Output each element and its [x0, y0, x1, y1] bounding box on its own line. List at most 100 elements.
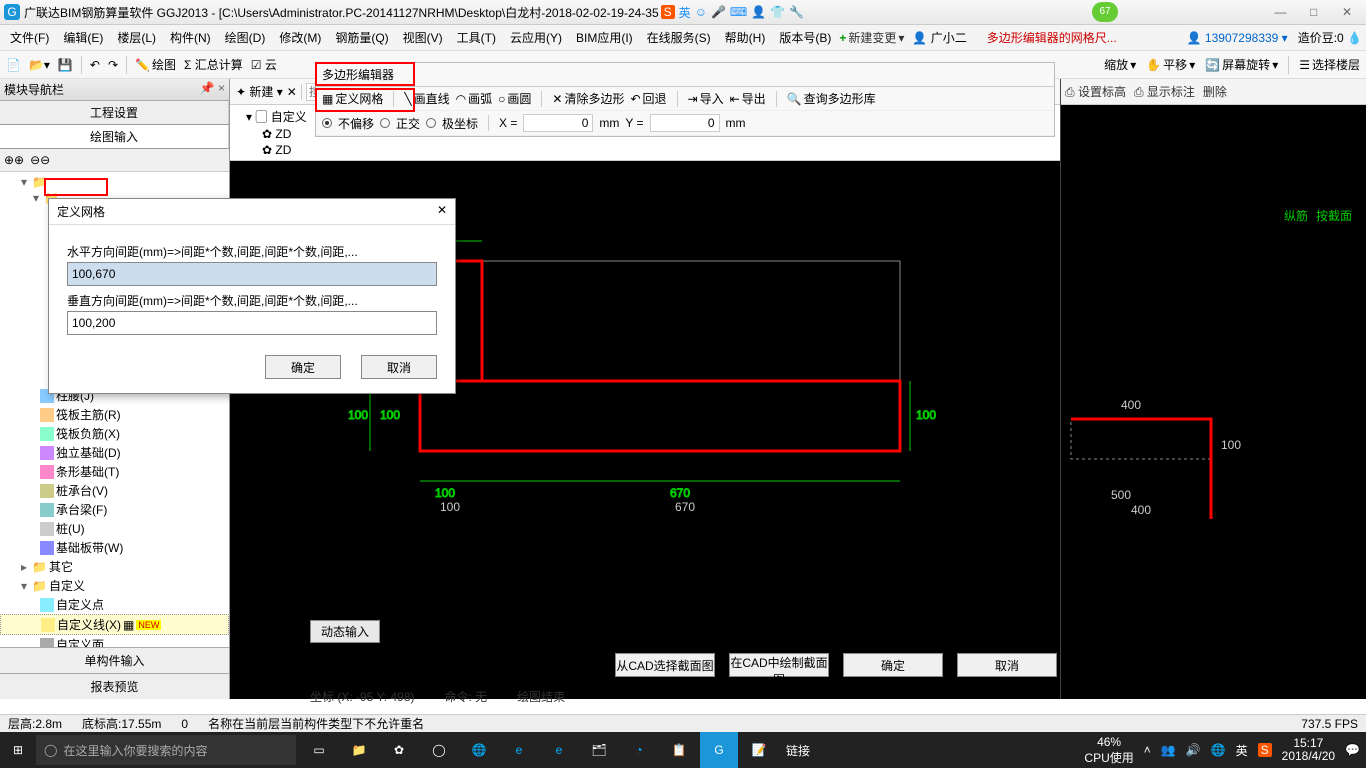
- app-icon[interactable]: 🌐: [460, 732, 498, 768]
- dialog-ok-button[interactable]: 确定: [265, 355, 341, 379]
- tray-sogou-icon[interactable]: S: [1258, 743, 1272, 757]
- tree-item[interactable]: 自定义面: [56, 636, 104, 647]
- delete-button[interactable]: 删除: [1203, 83, 1227, 100]
- y-input[interactable]: [650, 114, 720, 132]
- menu-floor[interactable]: 楼层(L): [111, 27, 162, 48]
- badge-67[interactable]: 67: [1092, 2, 1118, 22]
- set-elevation-button[interactable]: ⎙ 设置标高: [1065, 83, 1126, 100]
- polar-radio[interactable]: [426, 118, 436, 128]
- app-icon[interactable]: ◯: [420, 732, 458, 768]
- ime-icon[interactable]: 🔧: [789, 5, 804, 19]
- export-button[interactable]: ⇤ 导出: [730, 90, 766, 107]
- maximize-button[interactable]: □: [1299, 5, 1329, 19]
- minimize-button[interactable]: —: [1265, 5, 1295, 19]
- app-icon[interactable]: ◔: [620, 732, 658, 768]
- start-button[interactable]: ⊞: [0, 732, 36, 768]
- tree-item[interactable]: 桩(U): [56, 520, 85, 537]
- ime-s-icon[interactable]: S: [661, 5, 675, 19]
- clear-poly-button[interactable]: ✕ 清除多边形: [552, 90, 624, 107]
- more-icon[interactable]: ☑ 云: [251, 56, 277, 73]
- app-icon[interactable]: 🗂: [580, 732, 618, 768]
- tray-people-icon[interactable]: 👥: [1161, 743, 1176, 757]
- ortho-radio[interactable]: [380, 118, 390, 128]
- confirm-button[interactable]: 确定: [843, 653, 943, 677]
- tree-item[interactable]: 独立基础(D): [56, 444, 121, 461]
- tray-network-icon[interactable]: 🌐: [1211, 743, 1226, 757]
- app-icon[interactable]: 📁: [340, 732, 378, 768]
- draw-circle-button[interactable]: ○ 画圆: [498, 90, 531, 107]
- single-component-button[interactable]: 单构件输入: [0, 647, 229, 673]
- pin-icon[interactable]: 📌 ×: [200, 81, 225, 98]
- new-button[interactable]: ✦ 新建 ▾: [236, 83, 283, 100]
- menu-help[interactable]: 帮助(H): [719, 27, 772, 48]
- tree-item[interactable]: 筏板负筋(X): [56, 425, 120, 442]
- cancel-button[interactable]: 取消: [957, 653, 1057, 677]
- ime-icon[interactable]: 👕: [770, 5, 785, 19]
- menu-modify[interactable]: 修改(M): [273, 27, 327, 48]
- query-poly-button[interactable]: 🔍 查询多边形库: [787, 90, 876, 107]
- tree-item[interactable]: 基础板带(W): [56, 539, 123, 556]
- app-icon[interactable]: 📋: [660, 732, 698, 768]
- new-change-button[interactable]: 新建变更 ▾: [839, 29, 904, 46]
- ie-icon[interactable]: e: [540, 732, 578, 768]
- v-spacing-input[interactable]: [67, 311, 437, 335]
- x-input[interactable]: [523, 114, 593, 132]
- tree-item[interactable]: 承台梁(F): [56, 501, 107, 518]
- tree-folder[interactable]: 其它: [49, 558, 73, 575]
- tree-item[interactable]: 自定义点: [56, 596, 104, 613]
- draw-arc-button[interactable]: ◠ 画弧: [456, 90, 493, 107]
- dialog-cancel-button[interactable]: 取消: [361, 355, 437, 379]
- phone-label[interactable]: 👤 13907298339 ▾: [1187, 31, 1288, 45]
- ime-icon[interactable]: ☺: [695, 5, 707, 19]
- show-annotation-button[interactable]: ⎙ 显示标注: [1134, 83, 1195, 100]
- edge-icon[interactable]: e: [500, 732, 538, 768]
- menu-online[interactable]: 在线服务(S): [641, 27, 717, 48]
- tray-up-icon[interactable]: ˄: [1144, 743, 1151, 757]
- tray-volume-icon[interactable]: 🔊: [1186, 743, 1201, 757]
- menu-file[interactable]: 文件(F): [4, 27, 55, 48]
- tray-ime[interactable]: 英: [1236, 742, 1248, 759]
- app-icon[interactable]: ✿: [380, 732, 418, 768]
- menu-edit[interactable]: 编辑(E): [57, 27, 109, 48]
- tab-draw-input[interactable]: 绘图输入: [0, 125, 229, 148]
- sum-button[interactable]: Σ 汇总计算: [184, 56, 243, 73]
- expand-icon[interactable]: ⊕⊕: [4, 153, 24, 167]
- dynamic-input-button[interactable]: 动态输入: [310, 620, 380, 643]
- undo-icon[interactable]: ↶: [90, 58, 100, 72]
- draw-in-cad-button[interactable]: 在CAD中绘制截面图: [729, 653, 829, 677]
- no-offset-radio[interactable]: [322, 118, 332, 128]
- report-preview-button[interactable]: 报表预览: [0, 673, 229, 699]
- save-icon[interactable]: 💾: [58, 58, 73, 72]
- redo-icon[interactable]: ↷: [108, 58, 118, 72]
- link-label[interactable]: 链接: [780, 732, 816, 768]
- pan-button[interactable]: ✋ 平移 ▾: [1146, 56, 1195, 74]
- tree-item-selected[interactable]: 自定义线(X): [57, 616, 121, 633]
- ime-icon[interactable]: 👤: [751, 5, 766, 19]
- h-spacing-input[interactable]: [67, 262, 437, 286]
- draw-line-button[interactable]: ╲ 画直线: [404, 90, 449, 107]
- menu-draw[interactable]: 绘图(D): [219, 27, 272, 48]
- select-from-cad-button[interactable]: 从CAD选择截面图: [615, 653, 715, 677]
- new-icon[interactable]: 📄: [6, 58, 21, 72]
- task-view-icon[interactable]: ▭: [300, 732, 338, 768]
- menu-view[interactable]: 视图(V): [397, 27, 449, 48]
- close-button[interactable]: ✕: [1332, 5, 1362, 19]
- import-button[interactable]: ⇥ 导入: [688, 90, 724, 107]
- menu-bim[interactable]: BIM应用(I): [570, 27, 639, 48]
- collapse-icon[interactable]: ⊖⊖: [30, 153, 50, 167]
- undo-button[interactable]: ↶ 回退: [630, 90, 666, 107]
- draw-button[interactable]: ✏️ 绘图: [135, 56, 176, 73]
- menu-rebar[interactable]: 钢筋量(Q): [329, 27, 394, 48]
- ime-lang[interactable]: 英: [679, 4, 691, 21]
- app-icon[interactable]: G: [700, 732, 738, 768]
- menu-component[interactable]: 构件(N): [164, 27, 217, 48]
- app-icon[interactable]: 📝: [740, 732, 778, 768]
- select-floor-button[interactable]: ☰ 选择楼层: [1299, 56, 1360, 74]
- taskbar-search[interactable]: ◯ 在这里输入你要搜索的内容: [36, 735, 296, 765]
- menu-version[interactable]: 版本号(B): [773, 27, 837, 48]
- tab-project-settings[interactable]: 工程设置: [0, 101, 229, 124]
- define-grid-button[interactable]: ▦ 定义网格: [322, 90, 383, 107]
- rotate-button[interactable]: 🔄 屏幕旋转 ▾: [1205, 56, 1278, 74]
- tree-item[interactable]: 筏板主筋(R): [56, 406, 121, 423]
- section-label[interactable]: 按截面: [1316, 207, 1352, 224]
